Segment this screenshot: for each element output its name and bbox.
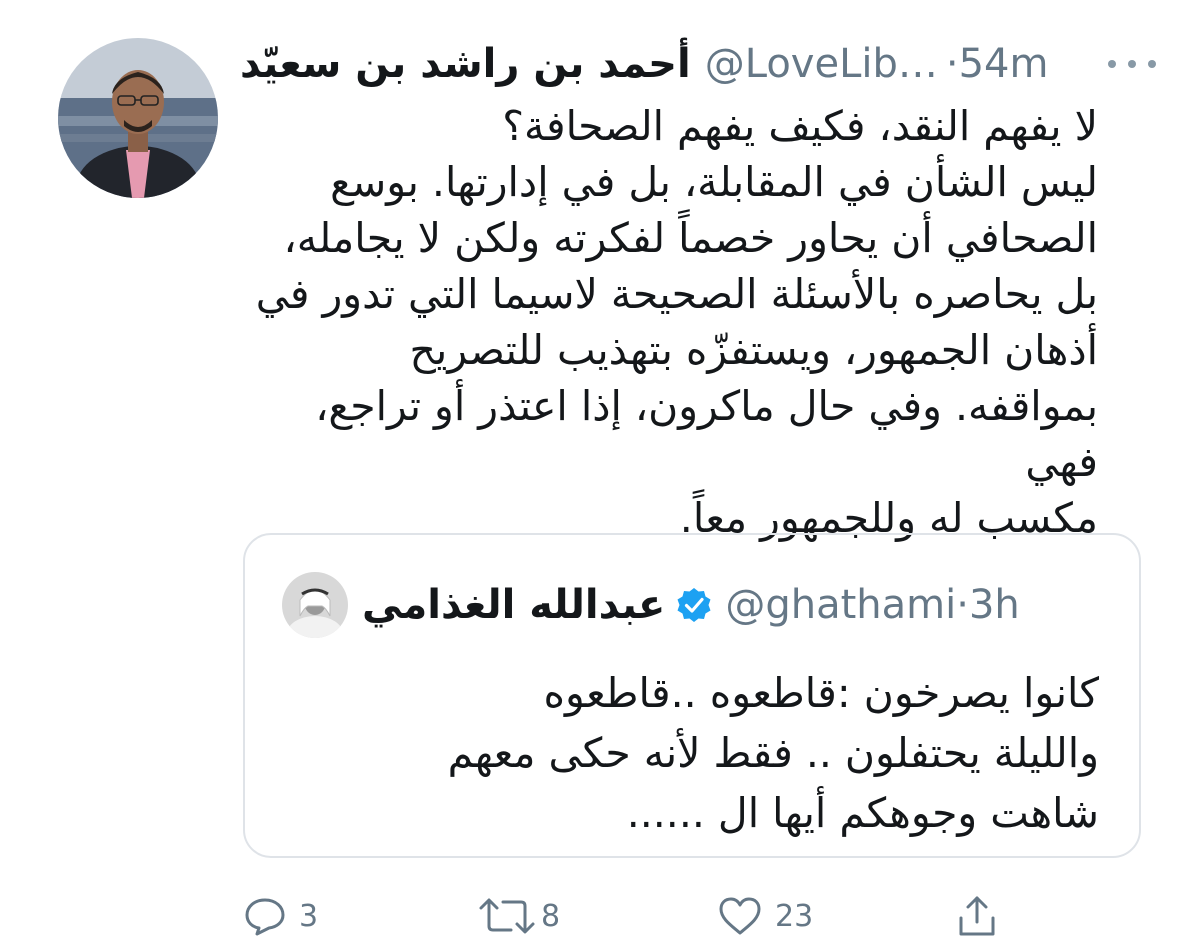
reply-icon xyxy=(245,898,285,936)
tweet-actions: 3 8 23 xyxy=(243,888,1023,944)
tweet-timestamp[interactable]: 54m xyxy=(959,36,1049,92)
quoted-text-line: شاهت وجوهكم أيها ال ...... xyxy=(626,789,1099,837)
tweet-text-line: بل يحاصره بالأسئلة الصحيحة لاسيما التي ت… xyxy=(255,270,1098,318)
quoted-tweet[interactable]: عبدالله الغذامي @ghathami · 3h كانوا يصر… xyxy=(243,533,1141,858)
more-horizontal-icon[interactable] xyxy=(1104,56,1160,72)
quoted-tweet-text: كانوا يصرخون :قاطعوه ..قاطعوه والليلة يح… xyxy=(279,663,1099,843)
share-button[interactable] xyxy=(957,888,997,944)
like-count: 23 xyxy=(775,898,814,934)
quoted-tweet-timestamp[interactable]: 3h xyxy=(969,582,1020,628)
tweet-text-line: ليس الشأن في المقابلة، بل في إدارتها. بو… xyxy=(330,158,1098,206)
author-display-name[interactable]: أحمد بن راشد بن سعيّد xyxy=(240,36,691,92)
separator-dot: · xyxy=(956,582,969,628)
reply-button[interactable]: 3 xyxy=(243,888,318,944)
quoted-author-handle[interactable]: @ghathami xyxy=(725,582,956,628)
tweet[interactable]: أحمد بن راشد بن سعيّد @LoveLib… · 54m لا… xyxy=(0,0,1200,952)
verified-badge-icon xyxy=(677,588,711,622)
share-icon xyxy=(959,896,995,936)
author-avatar[interactable] xyxy=(58,38,218,198)
quoted-text-line: كانوا يصرخون :قاطعوه ..قاطعوه xyxy=(543,669,1099,717)
retweet-count: 8 xyxy=(541,898,561,934)
reply-count: 3 xyxy=(299,898,319,934)
quoted-author-avatar[interactable] xyxy=(282,572,348,638)
tweet-text-line: أذهان الجمهور، ويستفزّه بتهذيب للتصريح xyxy=(409,326,1098,374)
quoted-text-line: والليلة يحتفلون .. فقط لأنه حكى معهم xyxy=(447,729,1099,777)
retweet-button[interactable]: 8 xyxy=(477,888,560,944)
tweet-text-line: الصحافي أن يحاور خصماً لفكرته ولكن لا يج… xyxy=(283,214,1099,262)
author-handle[interactable]: @LoveLib… xyxy=(705,36,938,92)
separator-dot: · xyxy=(945,41,959,87)
quoted-tweet-header: عبدالله الغذامي @ghathami · 3h xyxy=(282,571,1042,639)
tweet-text: لا يفهم النقد، فكيف يفهم الصحافة؟ ليس ال… xyxy=(240,98,1098,546)
quoted-author-display-name[interactable]: عبدالله الغذامي xyxy=(362,582,665,628)
tweet-text-line: بمواقفه. وفي حال ماكرون، إذا اعتذر أو تر… xyxy=(315,382,1098,486)
retweet-icon xyxy=(479,898,535,934)
tweet-header: أحمد بن راشد بن سعيّد @LoveLib… · 54m xyxy=(240,36,1160,92)
tweet-text-line: لا يفهم النقد، فكيف يفهم الصحافة؟ xyxy=(502,102,1098,150)
heart-icon xyxy=(719,897,761,935)
like-button[interactable]: 23 xyxy=(717,888,813,944)
